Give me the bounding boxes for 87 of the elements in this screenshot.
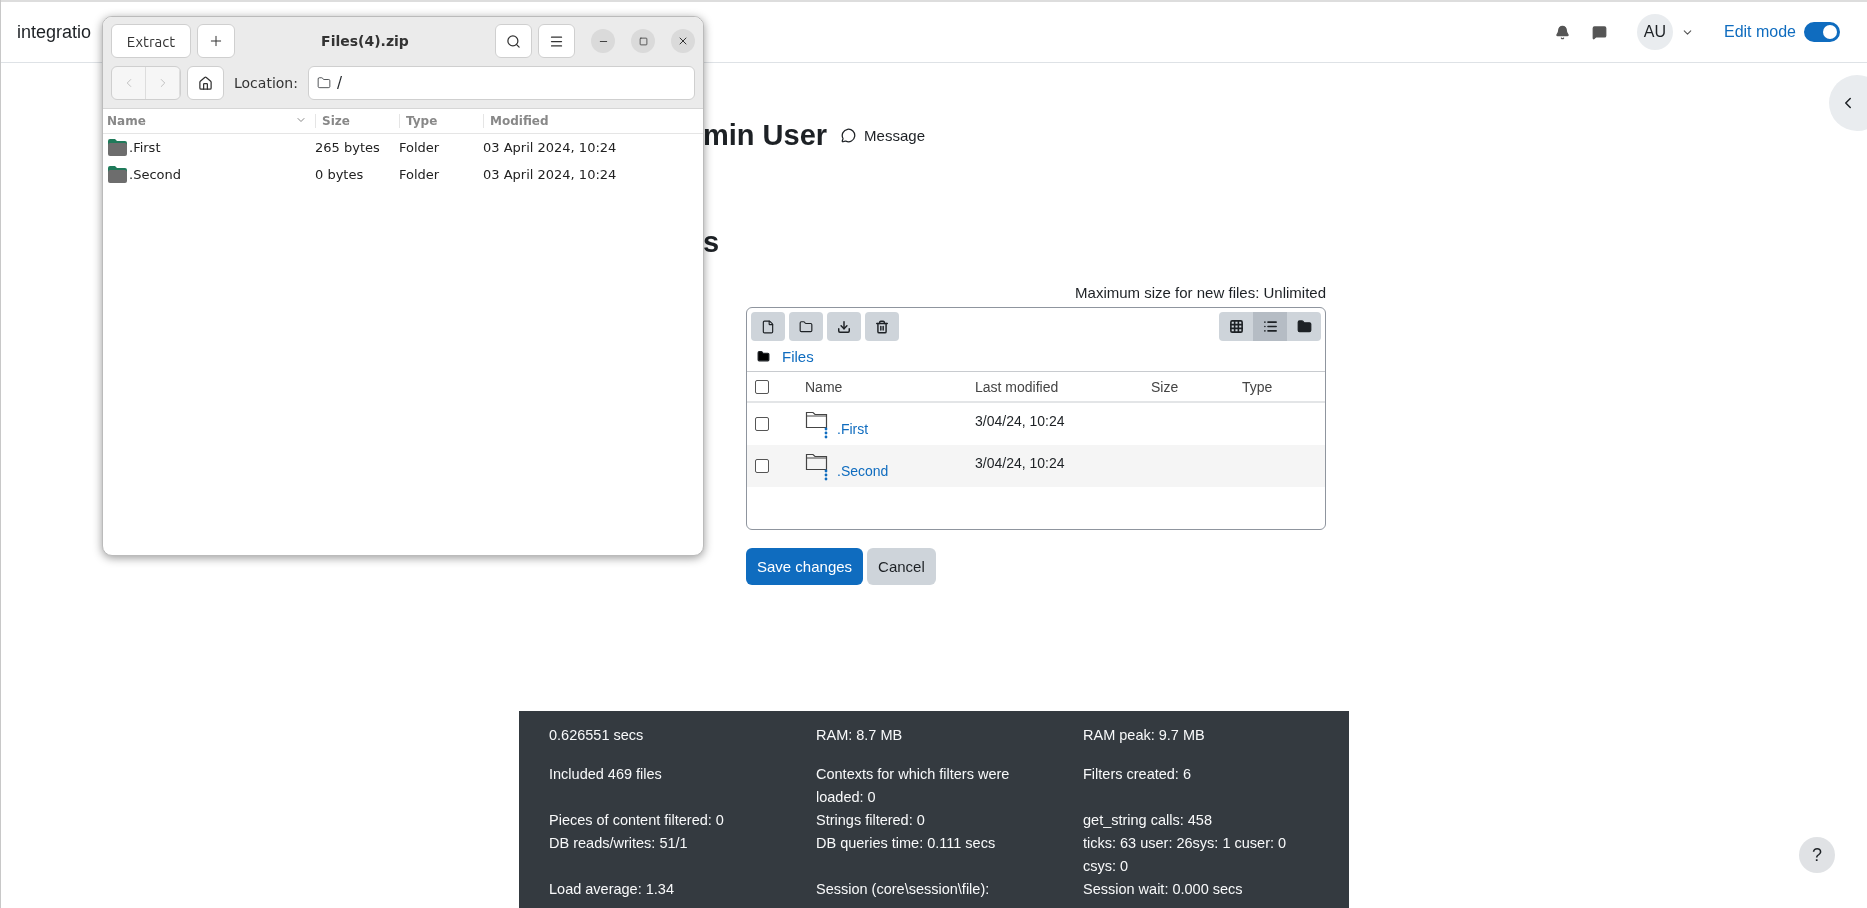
folder-icon: [316, 76, 331, 90]
debug-stat: RAM peak: 9.7 MB: [1083, 726, 1206, 745]
edit-mode-toggle[interactable]: [1804, 22, 1840, 42]
download-button[interactable]: [827, 312, 861, 341]
profile-name: min User: [703, 118, 828, 152]
home-icon: [198, 75, 213, 91]
bell-icon[interactable]: [1554, 24, 1570, 40]
view-button[interactable]: [1219, 312, 1253, 341]
debug-stat: Contexts for which filters were loaded: 0: [816, 765, 1011, 807]
close-button[interactable]: [671, 29, 695, 53]
help-button[interactable]: ?: [1799, 837, 1835, 873]
debug-stat: ticks: 63 user: 26sys: 1 cuser: 0 csys: 0: [1083, 834, 1288, 876]
debug-stat: DB reads/writes: 51/1: [549, 834, 689, 853]
file-modified: 03 April 2024, 10:24: [483, 140, 618, 155]
site-name[interactable]: integratio: [17, 21, 92, 43]
column-header: Last modified: [975, 378, 1060, 395]
column-header[interactable]: Size: [315, 114, 399, 128]
new-folder-button[interactable]: [789, 312, 823, 341]
debug-stat: Load average: 1.34: [549, 880, 675, 899]
column-header: Type: [1242, 378, 1274, 395]
search-icon: [506, 33, 521, 49]
folder-link[interactable]: .First: [837, 421, 869, 437]
select-all-checkbox[interactable]: [755, 379, 769, 394]
debug-stat: DB queries time: 0.111 secs: [816, 834, 997, 853]
column-header[interactable]: Type: [399, 114, 483, 128]
file-type: Folder: [399, 167, 441, 182]
row-checkbox[interactable]: [755, 459, 769, 473]
maximize-icon: [638, 36, 648, 46]
debug-stat: Filters created: 6: [1083, 765, 1192, 784]
cancel-button[interactable]: Cancel: [867, 548, 936, 585]
close-icon: [677, 35, 689, 47]
debug-stat: Included 469 files: [549, 765, 663, 784]
debug-stat: Strings filtered: 0: [816, 811, 926, 830]
modified-cell-text: 3/04/24, 10:24: [975, 455, 1066, 471]
column-header[interactable]: Name: [107, 114, 315, 128]
file-icon: [761, 319, 775, 334]
file-size: 265 bytes: [315, 140, 381, 155]
plus-icon: [208, 33, 224, 49]
breadcrumb-link[interactable]: Files: [782, 347, 814, 365]
file-name: .Second: [129, 167, 181, 182]
column-header[interactable]: Modified: [483, 114, 703, 128]
location-field[interactable]: /: [307, 66, 695, 100]
max-size-note: Maximum size for new files: Unlimited: [1075, 283, 1326, 303]
message-link[interactable]: Message: [841, 126, 925, 144]
debug-stat: Pieces of content filtered: 0: [549, 811, 725, 830]
folder-icon: [757, 349, 770, 363]
file-name: .First: [129, 140, 161, 155]
speech-bubble-icon: [841, 127, 857, 143]
folder-link[interactable]: .Second: [837, 463, 889, 479]
debug-stat: get_string calls: 458: [1083, 811, 1213, 830]
trash-icon: [875, 319, 889, 334]
debug-stat: RAM: 8.7 MB: [816, 726, 904, 745]
debug-stat: Session (core\session\file):: [816, 880, 991, 899]
file-type: Folder: [399, 140, 441, 155]
user-avatar[interactable]: AU: [1636, 14, 1673, 50]
debug-stat: 0.626551 secs: [549, 726, 645, 745]
column-header: Size: [1151, 378, 1180, 395]
list-icon: [1262, 319, 1278, 334]
chat-icon[interactable]: [1591, 24, 1607, 40]
window-title: Files(4).zip: [320, 33, 410, 49]
edit-mode-label: Edit mode: [1723, 23, 1796, 41]
extract-button[interactable]: Extract: [111, 24, 191, 58]
download-icon: [837, 319, 851, 334]
menu-button[interactable]: [538, 24, 575, 58]
file-size: 0 bytes: [315, 167, 365, 182]
row-checkbox[interactable]: [755, 417, 769, 431]
save-button[interactable]: Save changes: [746, 548, 864, 585]
file-modified: 03 April 2024, 10:24: [483, 167, 618, 182]
menu-icon: [549, 33, 564, 49]
modified-cell-text: 3/04/24, 10:24: [975, 413, 1066, 429]
grid-icon: [1228, 319, 1244, 334]
add-file-button[interactable]: [751, 312, 785, 341]
folder-icon: [1296, 319, 1312, 334]
folder-icon: [107, 138, 128, 157]
home-button[interactable]: [187, 66, 224, 100]
column-header: Name: [805, 378, 844, 395]
view-button[interactable]: [1253, 312, 1287, 341]
maximize-button[interactable]: [631, 29, 655, 53]
debug-stat: Session wait: 0.000 secs: [1083, 880, 1244, 899]
search-button[interactable]: [495, 24, 532, 58]
delete-button[interactable]: [865, 312, 899, 341]
folder-icon: [799, 319, 813, 334]
view-button[interactable]: [1287, 312, 1321, 341]
location-label: Location:: [234, 75, 298, 91]
section-heading: s: [703, 225, 721, 260]
folder-icon: [107, 165, 128, 184]
add-button[interactable]: [197, 24, 235, 58]
